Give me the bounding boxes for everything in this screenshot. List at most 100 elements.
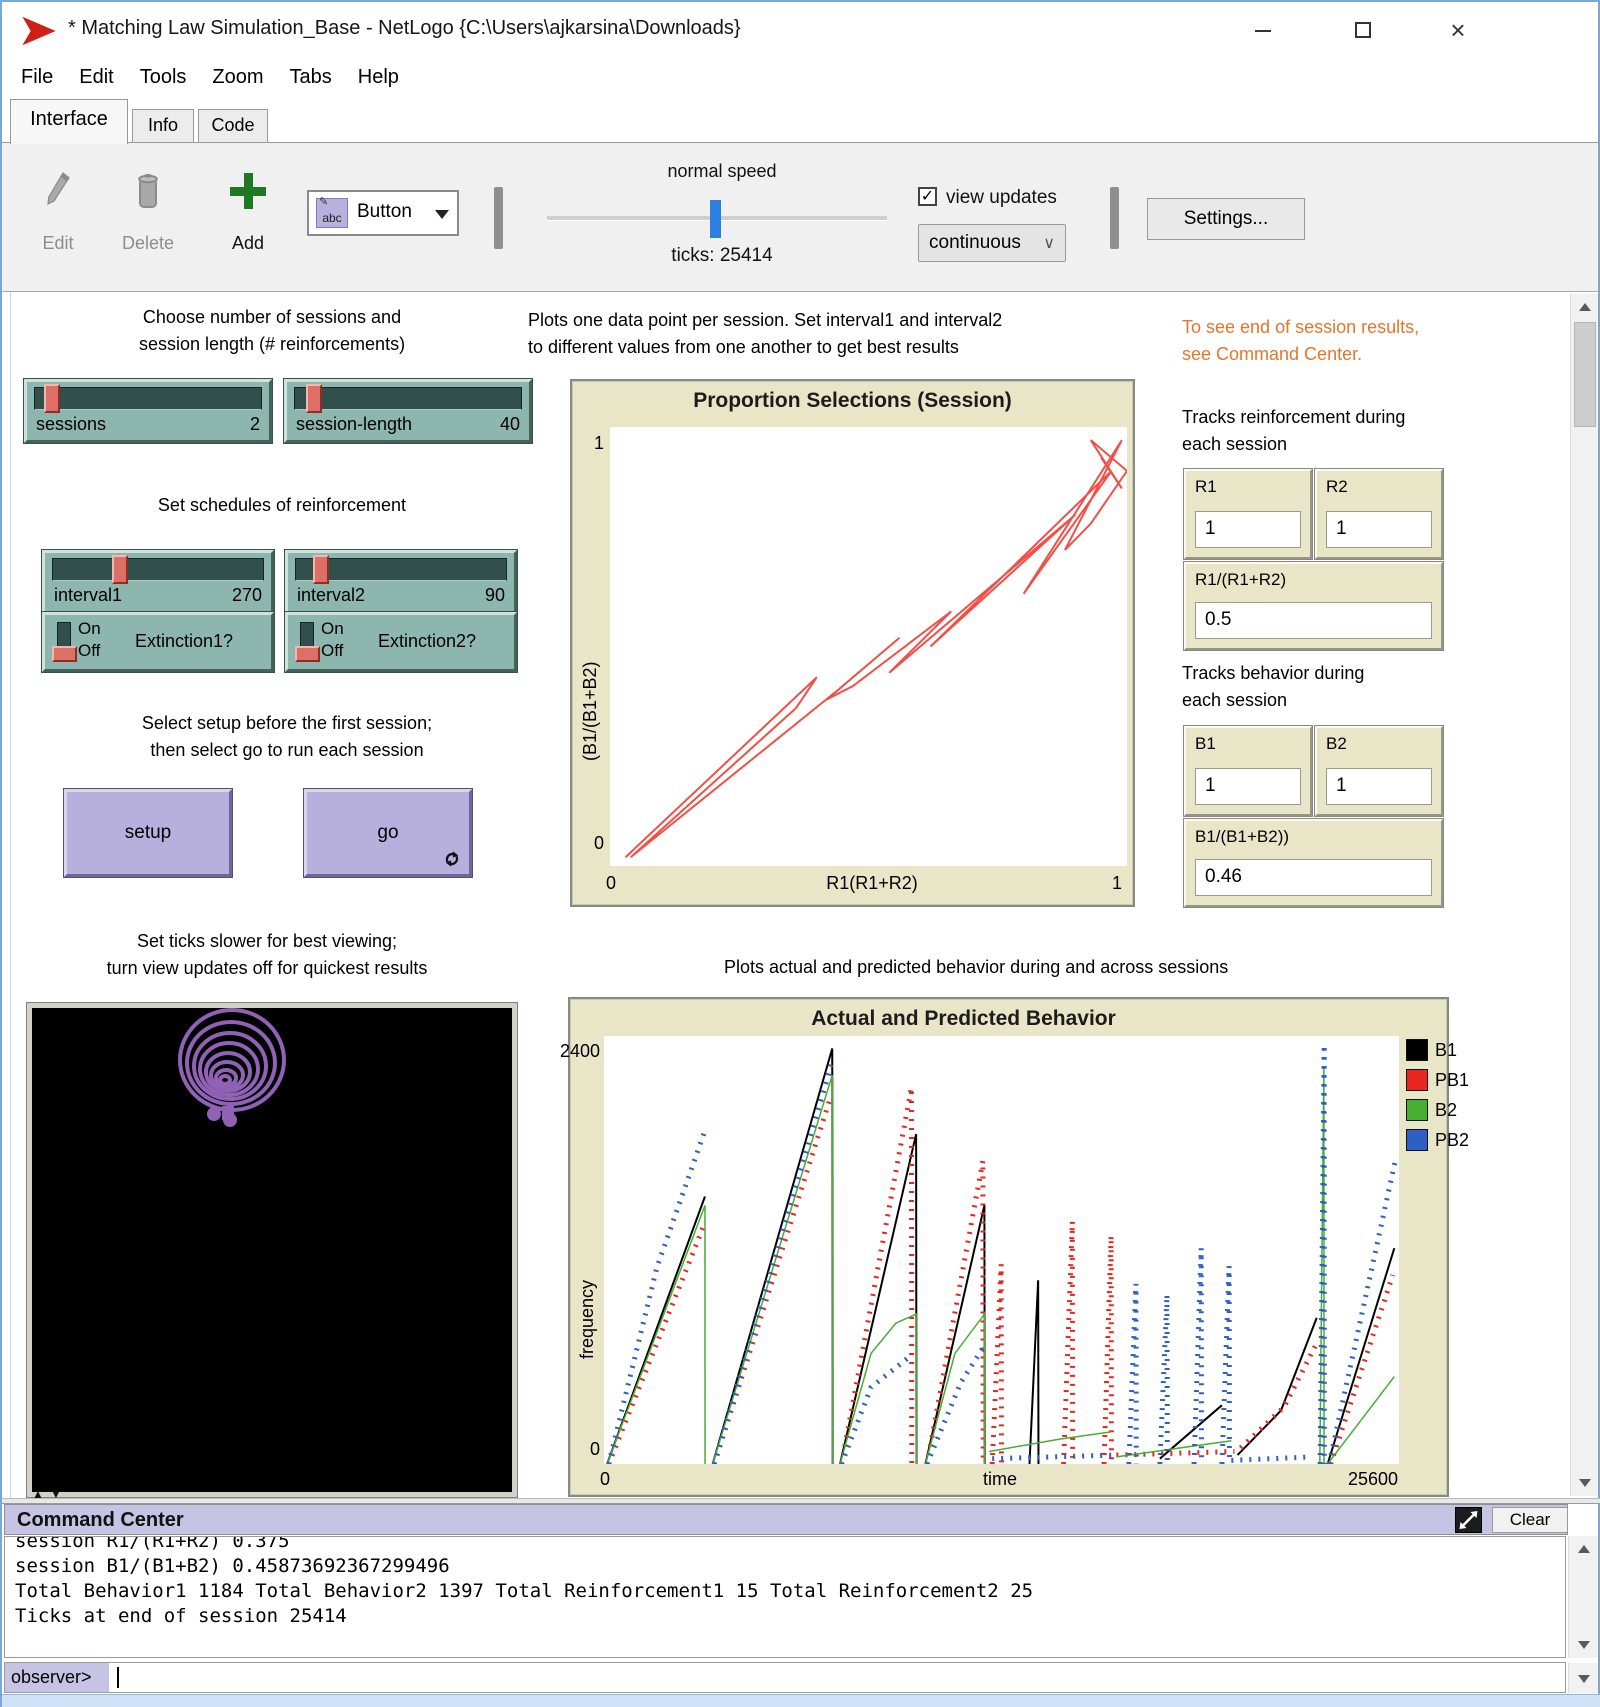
legend-label: PB2	[1435, 1130, 1469, 1151]
setup-button[interactable]: setup	[64, 789, 232, 877]
note-behavior: Tracks behavior during each session	[1182, 660, 1472, 714]
y-max-tick: 1	[574, 433, 604, 454]
legend-item-b1: B1	[1406, 1039, 1450, 1063]
slider-channel	[52, 558, 264, 581]
expand-command-center-button[interactable]	[1455, 1507, 1482, 1533]
output-line: Ticks at end of session 25414	[15, 1604, 1565, 1629]
slider-label: sessions	[36, 414, 106, 435]
view-updates-checkbox[interactable]: ✓	[918, 187, 937, 206]
settings-button[interactable]: Settings...	[1147, 198, 1305, 240]
switch-on-label: On	[78, 619, 101, 639]
command-center-header: Command Center Clear	[4, 1504, 1568, 1535]
delete-button[interactable]: Delete	[110, 233, 186, 254]
add-plus-icon[interactable]	[230, 173, 266, 209]
update-mode-dropdown[interactable]: continuous ∨	[918, 224, 1066, 262]
arrow-down-icon	[1578, 1641, 1590, 1649]
legend-swatch-b2	[1406, 1099, 1428, 1121]
monitor-label: B1/(B1+B2))	[1186, 821, 1441, 847]
close-button[interactable]: ×	[1433, 12, 1483, 48]
note-schedules: Set schedules of reinforcement	[82, 492, 482, 519]
minimize-button[interactable]	[1238, 12, 1288, 48]
plot-title: Actual and Predicted Behavior	[570, 999, 1447, 1031]
go-button[interactable]: go	[304, 789, 472, 877]
menu-bar: File Edit Tools Zoom Tabs Help	[8, 58, 412, 96]
legend-swatch-b1	[1406, 1039, 1428, 1061]
observer-prompt: observer>	[5, 1663, 109, 1692]
edit-pencil-icon[interactable]	[44, 171, 72, 215]
monitor-label: B2	[1317, 728, 1441, 754]
switch-thumb[interactable]	[295, 646, 320, 662]
observer-dropdown-button[interactable]	[1568, 1663, 1598, 1693]
view-updates-label[interactable]: view updates	[946, 187, 1076, 209]
tab-interface[interactable]: Interface	[10, 99, 128, 144]
legend-swatch-pb2	[1406, 1129, 1428, 1151]
observer-input[interactable]	[111, 1663, 1565, 1692]
y-min-tick: 0	[574, 833, 604, 854]
scroll-down-button[interactable]	[1571, 1470, 1598, 1496]
monitor-r-ratio: R1/(R1+R2) 0.5	[1184, 562, 1443, 650]
slider-label: session-length	[296, 414, 412, 435]
legend-swatch-pb1	[1406, 1069, 1428, 1091]
monitor-label: R1	[1186, 471, 1310, 497]
menu-tools[interactable]: Tools	[127, 62, 200, 93]
slider-label: interval1	[54, 585, 122, 606]
go-button-label: go	[377, 822, 398, 844]
slider-thumb[interactable]	[313, 555, 329, 584]
edit-button[interactable]: Edit	[28, 233, 88, 254]
slider-session-length[interactable]: session-length40	[284, 379, 532, 443]
expand-diagonal-icon	[1456, 1508, 1481, 1532]
legend-label: B1	[1435, 1040, 1457, 1061]
y-axis-label: (B1/(B1+B2)	[580, 531, 601, 761]
turtle-shape	[172, 1008, 292, 1138]
add-button[interactable]: Add	[220, 233, 276, 254]
monitor-b-ratio: B1/(B1+B2)) 0.46	[1184, 819, 1443, 907]
menu-tabs[interactable]: Tabs	[277, 62, 345, 93]
plot-proportion-selections: Proportion Selections (Session) 1 0 (B1/…	[570, 379, 1135, 907]
plus-horizontal	[230, 187, 266, 196]
maximize-button[interactable]	[1338, 12, 1388, 48]
slider-thumb[interactable]	[44, 384, 60, 413]
slider-thumb[interactable]	[306, 384, 322, 413]
widget-type-dropdown[interactable]: abc✎ Button	[307, 190, 459, 236]
monitor-label: R2	[1317, 471, 1441, 497]
switch-extinction2[interactable]: On Off Extinction2?	[285, 612, 517, 672]
scrollbar-thumb[interactable]	[1574, 322, 1596, 427]
chevron-down-icon: ∨	[1043, 233, 1055, 253]
scroll-up-button[interactable]	[1571, 294, 1598, 320]
menu-help[interactable]: Help	[345, 62, 412, 93]
menu-edit[interactable]: Edit	[66, 62, 126, 93]
menu-file[interactable]: File	[8, 62, 66, 93]
x-max-tick: 25600	[1290, 1469, 1398, 1490]
scroll-up-button[interactable]	[1569, 1536, 1598, 1562]
toolbar-separator-2	[1110, 187, 1119, 249]
window-title: * Matching Law Simulation_Base - NetLogo…	[68, 17, 741, 40]
slider-label: interval2	[297, 585, 365, 606]
observer-command-row: observer>	[4, 1662, 1566, 1693]
tab-code[interactable]: Code	[198, 109, 268, 143]
slider-interval2[interactable]: interval290	[285, 550, 517, 614]
minimize-icon	[1255, 30, 1271, 32]
command-center-scrollbar[interactable]	[1568, 1536, 1598, 1658]
speed-slider-thumb[interactable]	[710, 200, 721, 238]
slider-thumb[interactable]	[112, 555, 128, 584]
world-view	[26, 1002, 518, 1498]
switch-thumb[interactable]	[52, 646, 77, 662]
monitor-value: 1	[1195, 511, 1301, 548]
arrow-up-icon	[1579, 303, 1591, 311]
menu-zoom[interactable]: Zoom	[199, 62, 276, 93]
switch-extinction1[interactable]: On Off Extinction1?	[42, 612, 274, 672]
speed-slider[interactable]	[547, 216, 887, 221]
delete-trash-icon[interactable]	[132, 169, 164, 215]
slider-sessions[interactable]: sessions2	[24, 379, 272, 443]
widget-type-value: Button	[357, 201, 412, 223]
x-axis-label: R1(R1+R2)	[772, 873, 972, 894]
history-dropdown[interactable]	[1569, 1666, 1598, 1692]
tab-info[interactable]: Info	[132, 109, 194, 143]
maximize-icon	[1355, 22, 1371, 38]
x-min-tick: 0	[606, 873, 616, 894]
slider-interval1[interactable]: interval1270	[42, 550, 274, 614]
speed-slider-label: normal speed	[562, 161, 882, 182]
scroll-down-button[interactable]	[1569, 1632, 1598, 1658]
clear-button[interactable]: Clear	[1492, 1507, 1568, 1533]
main-vertical-scrollbar[interactable]	[1570, 294, 1598, 1496]
